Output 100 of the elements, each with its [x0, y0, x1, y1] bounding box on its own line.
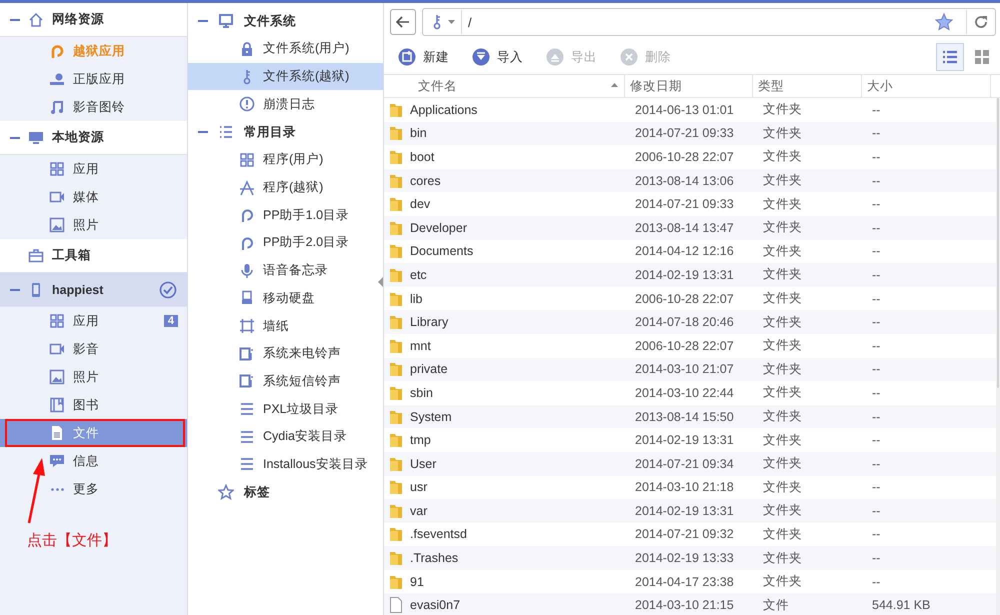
sidebar-item[interactable]: 正版应用	[49, 65, 125, 93]
sidebar-item[interactable]: 媒体	[49, 183, 99, 211]
file-name[interactable]: User	[410, 456, 436, 471]
tree-item[interactable]: 崩溃日志	[188, 90, 383, 118]
sidebar-section[interactable]: happiest	[0, 273, 187, 307]
back-button[interactable]	[390, 9, 416, 35]
tree-item[interactable]: Installous安装目录	[188, 450, 383, 478]
tree-item[interactable]: 系统短信铃声	[188, 368, 383, 396]
type-cell-text: 文件夹	[762, 266, 803, 284]
file-name[interactable]: .fseventsd	[410, 527, 467, 542]
file-name[interactable]: etc	[410, 268, 427, 282]
book-icon	[49, 397, 65, 413]
grid-icon	[49, 161, 65, 177]
date-cell-text: 2006-10-28 22:07	[634, 338, 735, 353]
toolbar-button[interactable]: 新建	[398, 48, 449, 66]
column-header[interactable]: 类型	[753, 75, 862, 97]
date-cell-text: 2014-07-21 09:33	[634, 197, 735, 212]
sidebar-section[interactable]: 工具箱	[0, 239, 187, 273]
file-name[interactable]: bin	[410, 126, 427, 140]
sidebar-item[interactable]: 应用	[49, 155, 99, 183]
grid-icon	[974, 49, 990, 65]
scrollbar[interactable]	[996, 98, 1000, 615]
file-name[interactable]: dev	[410, 197, 430, 212]
dropdown-caret-icon[interactable]	[448, 20, 455, 24]
size-cell-text: --	[871, 126, 882, 140]
size-cell-text: --	[871, 292, 882, 306]
size-cell-text: --	[871, 433, 882, 448]
type-cell-text: 文件夹	[762, 172, 803, 190]
date-cell-text: 2014-07-21 09:33	[634, 126, 735, 140]
date-cell-text: 2014-03-10 22:44	[634, 386, 735, 400]
collapse-icon[interactable]	[198, 131, 208, 134]
star-icon	[218, 484, 234, 500]
file-name[interactable]: lib	[410, 292, 423, 306]
file-name[interactable]: tmp	[410, 433, 431, 448]
camera-icon	[49, 341, 65, 357]
file-name[interactable]: usr	[410, 480, 428, 494]
column-header[interactable]: 修改日期	[625, 75, 753, 97]
file-name[interactable]: evasi0n7	[410, 598, 460, 612]
list-view-button[interactable]	[936, 43, 964, 71]
file-name[interactable]: .Trashes	[410, 551, 458, 566]
date-cell-text: 2006-10-28 22:07	[634, 150, 735, 164]
tree-item[interactable]: PP助手2.0目录	[188, 229, 383, 257]
refresh-icon[interactable]	[973, 14, 989, 30]
file-name[interactable]: boot	[410, 150, 434, 164]
sidebar-item[interactable]: 照片	[49, 363, 99, 391]
tree-item[interactable]: 文件系统(越狱)	[188, 62, 383, 90]
column-header[interactable]: 大小	[862, 75, 991, 97]
file-name[interactable]: Applications	[410, 102, 478, 117]
list-icon	[218, 124, 234, 140]
tree-item[interactable]: 语音备忘录	[188, 256, 383, 284]
type-cell-text: 文件夹	[762, 478, 803, 496]
type-cell-text: 文件夹	[762, 573, 803, 590]
file-name[interactable]: private	[410, 362, 448, 376]
sidebar-item[interactable]: 照片	[49, 211, 99, 239]
sidebar-section[interactable]: 网络资源	[0, 3, 187, 37]
file-name[interactable]: sbin	[410, 386, 433, 400]
type-cell-text: 文件夹	[762, 455, 803, 472]
file-name[interactable]: cores	[410, 174, 441, 188]
sidebar-item[interactable]: 信息	[49, 447, 99, 475]
sidebar-item[interactable]: 影音图铃	[49, 93, 125, 121]
size-cell-text: --	[871, 315, 882, 330]
sidebar-section[interactable]: 本地资源	[0, 121, 187, 155]
house-icon	[28, 12, 44, 28]
tree-item[interactable]: 程序(用户)	[188, 146, 383, 174]
screen-icon	[218, 13, 234, 29]
tree-item[interactable]: 墙纸	[188, 312, 383, 340]
collapse-arrow-icon[interactable]	[378, 277, 383, 287]
tree-item[interactable]: 文件系统(用户)	[188, 35, 383, 63]
address-field[interactable]: /	[422, 8, 996, 36]
column-header[interactable]: 文件名	[384, 75, 625, 97]
size-cell-text: --	[871, 244, 882, 258]
address-path: /	[467, 14, 473, 30]
file-name[interactable]: var	[410, 504, 428, 518]
toolbar-button[interactable]: 导入	[472, 48, 523, 66]
lock-icon	[239, 40, 255, 57]
file-name[interactable]: System	[410, 410, 452, 424]
sidebar-item[interactable]: 影音	[49, 335, 99, 363]
file-name[interactable]: mnt	[410, 338, 431, 353]
tree-item[interactable]: 程序(越狱)	[188, 174, 383, 202]
tree-item[interactable]: 系统来电铃声	[188, 340, 383, 368]
file-name[interactable]: Documents	[410, 244, 474, 258]
tree-item[interactable]: Cydia安装目录	[188, 422, 383, 451]
tree-section[interactable]: 常用目录	[188, 118, 383, 146]
file-name[interactable]: 91	[410, 574, 424, 589]
sidebar-item[interactable]: 更多	[49, 475, 99, 503]
type-cell-text: 文件夹	[762, 550, 803, 567]
file-name[interactable]: Developer	[410, 220, 467, 235]
section-title: 标签	[244, 484, 270, 501]
sidebar-item[interactable]: 应用	[49, 307, 99, 335]
tree-item[interactable]: PP助手1.0目录	[188, 201, 383, 230]
file-name[interactable]: Library	[410, 315, 448, 330]
sidebar-item[interactable]: 图书	[49, 391, 99, 419]
tree-section[interactable]: 文件系统	[188, 7, 383, 35]
tree-item[interactable]: 移动硬盘	[188, 284, 383, 312]
type-cell-text: 文件夹	[762, 337, 803, 354]
tree-section[interactable]: 标签	[188, 478, 383, 506]
plus-icon	[398, 48, 416, 66]
tree-item[interactable]: PXL垃圾目录	[188, 395, 383, 423]
list-icon	[942, 50, 958, 64]
size-cell-text: --	[871, 338, 882, 353]
